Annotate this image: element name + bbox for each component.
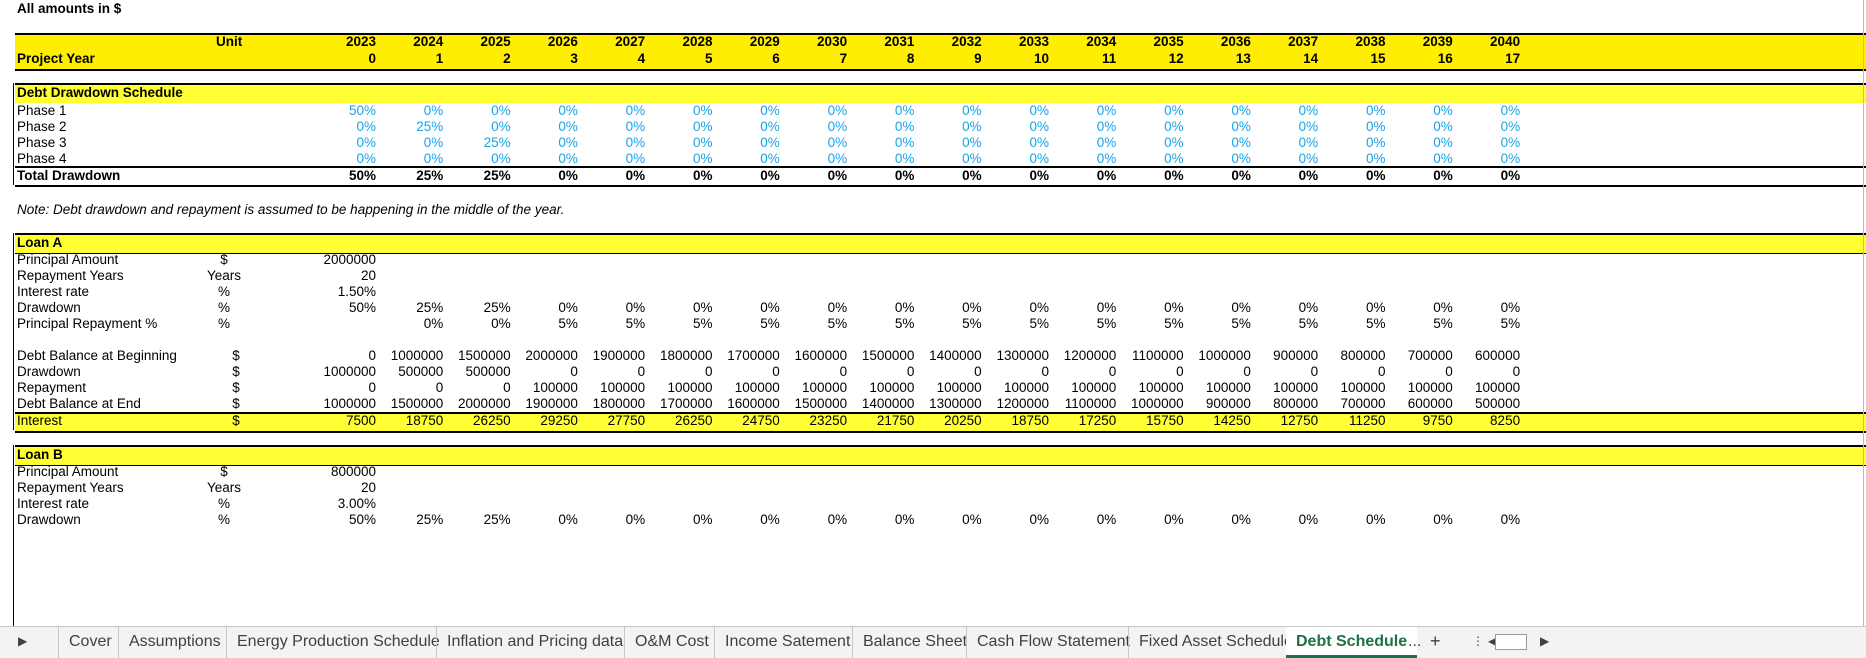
loan-a-param-unit: % xyxy=(217,316,230,331)
drawdown-title-band xyxy=(15,83,1866,103)
grid-right-edge xyxy=(1863,0,1864,626)
total-drawdown-label: Total Drawdown xyxy=(17,168,121,183)
sheet-tab-balance-sheet[interactable]: Balance Sheet xyxy=(852,627,977,658)
sheet-tab-inflation-and-pricing-data[interactable]: Inflation and Pricing data xyxy=(436,627,633,658)
project-year-cell-18: 17 xyxy=(1505,51,1521,66)
add-sheet-button[interactable]: + xyxy=(1420,627,1451,658)
loan-b-param-label: Drawdown xyxy=(17,512,81,527)
drawdown-title: Debt Drawdown Schedule xyxy=(17,85,183,100)
phase-label: Phase 4 xyxy=(17,151,67,166)
loan-b-title: Loan B xyxy=(17,447,63,462)
loan-a-balance-unit: $ xyxy=(232,396,240,411)
tab-scroll-right-icon[interactable]: ▶ xyxy=(8,627,37,658)
scroll-right-icon[interactable]: ▶ xyxy=(1530,627,1559,658)
loan-a-title: Loan A xyxy=(17,235,63,250)
sheet-tab-bar: ▶ Cover Assumptions Energy Production Sche… xyxy=(0,626,1866,658)
amounts-note: All amounts in $ xyxy=(17,1,122,16)
loan-a-interest-unit: $ xyxy=(232,413,240,428)
loan-a-balance-4-value-18: 500000 xyxy=(1475,396,1521,411)
loan-b-param-4-value-18: 0% xyxy=(1500,512,1521,527)
sheet-tab-assumptions[interactable]: Assumptions xyxy=(118,627,231,658)
sheet-tab-income-satement[interactable]: Income Satement xyxy=(714,627,860,658)
loan-a-balance-label: Debt Balance at End xyxy=(17,396,141,411)
spreadsheet-grid[interactable]: All amounts in $ Unit Project Year 2023 2… xyxy=(0,0,1866,626)
horizontal-scrollbar-thumb[interactable] xyxy=(1495,634,1527,650)
sheet-tab-energy-production-schedule[interactable]: Energy Production Schedule xyxy=(226,627,450,658)
sheet-tab-cover[interactable]: Cover xyxy=(58,627,122,658)
sheet-tab-cash-flow-statement[interactable]: Cash Flow Statement xyxy=(966,627,1140,658)
phase-4-value-18: 0% xyxy=(1500,151,1521,166)
drawdown-note: Note: Debt drawdown and repayment is ass… xyxy=(17,202,565,217)
loan-b-title-band xyxy=(15,445,1866,466)
loan-a-border-left xyxy=(13,233,14,430)
sheet-tab-fixed-asset-schedule[interactable]: Fixed Asset Schedule xyxy=(1128,627,1303,658)
loan-a-title-band xyxy=(15,233,1866,254)
loan-b-param-unit: % xyxy=(217,512,230,527)
loan-a-interest-value-18: 8250 xyxy=(1490,413,1521,428)
drawdown-border-left xyxy=(13,83,14,185)
loan-b-border-left xyxy=(13,445,14,626)
loan-a-interest-label: Interest xyxy=(17,413,63,428)
sheet-tab-o-m-cost[interactable]: O&M Cost xyxy=(624,627,719,658)
total-drawdown-value-18: 0% xyxy=(1500,168,1521,183)
year-cell-18: 2040 xyxy=(1490,34,1521,49)
loan-a-param-label: Principal Repayment % xyxy=(17,316,158,331)
loan-a-param-5-value-18: 5% xyxy=(1500,316,1521,331)
unit-header: Unit xyxy=(216,34,243,49)
project-year-label: Project Year xyxy=(17,51,95,66)
